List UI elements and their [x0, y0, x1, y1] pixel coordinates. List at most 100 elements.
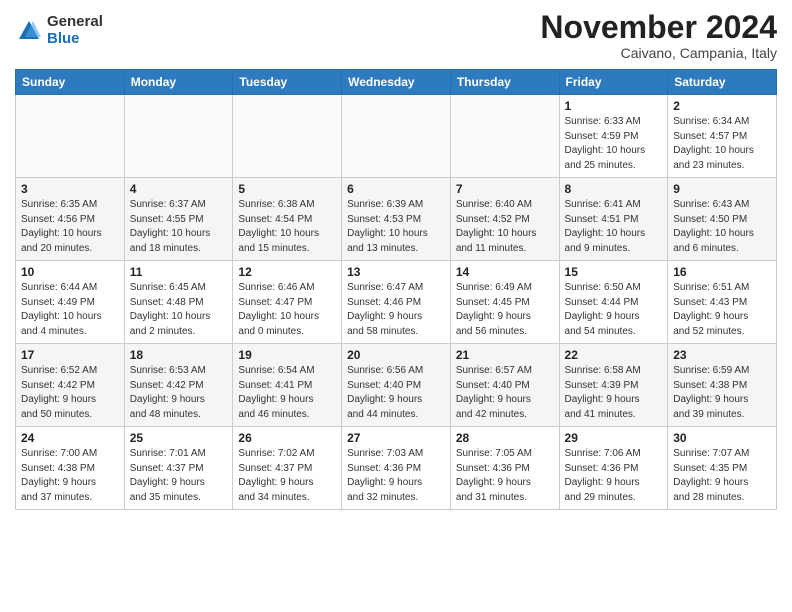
calendar-cell: 28 Sunrise: 7:05 AM Sunset: 4:36 PM Dayli…: [450, 427, 559, 510]
calendar-cell: 21 Sunrise: 6:57 AM Sunset: 4:40 PM Dayli…: [450, 344, 559, 427]
day-info: Sunrise: 7:06 AM Sunset: 4:36 PM Dayligh…: [565, 447, 663, 505]
calendar-cell: 19 Sunrise: 6:54 AM Sunset: 4:41 PM Dayli…: [233, 344, 342, 427]
calendar-cell: 23 Sunrise: 6:59 AM Sunset: 4:38 PM Dayli…: [668, 344, 777, 427]
weekday-header-friday: Friday: [559, 70, 668, 95]
calendar-cell: 14 Sunrise: 6:49 AM Sunset: 4:45 PM Dayli…: [450, 261, 559, 344]
day-number: 26: [238, 431, 336, 445]
day-number: 7: [456, 182, 554, 196]
day-info: Sunrise: 6:50 AM Sunset: 4:44 PM Dayligh…: [565, 281, 663, 339]
location: Caivano, Campania, Italy: [540, 45, 777, 61]
day-number: 17: [21, 348, 119, 362]
calendar-cell: [233, 95, 342, 178]
day-number: 11: [130, 265, 228, 279]
day-info: Sunrise: 6:43 AM Sunset: 4:50 PM Dayligh…: [673, 198, 771, 256]
day-info: Sunrise: 7:05 AM Sunset: 4:36 PM Dayligh…: [456, 447, 554, 505]
day-info: Sunrise: 6:56 AM Sunset: 4:40 PM Dayligh…: [347, 364, 445, 422]
day-info: Sunrise: 6:45 AM Sunset: 4:48 PM Dayligh…: [130, 281, 228, 339]
day-info: Sunrise: 6:39 AM Sunset: 4:53 PM Dayligh…: [347, 198, 445, 256]
calendar-cell: 27Sunrise: 7:03 AM Sunset: 4:36 PM Dayli…: [342, 427, 451, 510]
day-info: Sunrise: 6:57 AM Sunset: 4:40 PM Dayligh…: [456, 364, 554, 422]
day-number: 6: [347, 182, 445, 196]
weekday-header-saturday: Saturday: [668, 70, 777, 95]
day-info: Sunrise: 7:00 AM Sunset: 4:38 PM Dayligh…: [21, 447, 119, 505]
day-number: 27: [347, 431, 445, 445]
day-info: Sunrise: 6:51 AM Sunset: 4:43 PM Dayligh…: [673, 281, 771, 339]
weekday-header-thursday: Thursday: [450, 70, 559, 95]
day-number: 30: [673, 431, 771, 445]
weekday-header-monday: Monday: [124, 70, 233, 95]
calendar-cell: 26 Sunrise: 7:02 AM Sunset: 4:37 PM Dayli…: [233, 427, 342, 510]
day-number: 15: [565, 265, 663, 279]
calendar-cell: 17 Sunrise: 6:52 AM Sunset: 4:42 PM Dayli…: [16, 344, 125, 427]
day-number: 21: [456, 348, 554, 362]
week-row-5: 24 Sunrise: 7:00 AM Sunset: 4:38 PM Dayli…: [16, 427, 777, 510]
calendar: SundayMondayTuesdayWednesdayThursdayFrid…: [15, 69, 777, 510]
logo-general: General: [47, 14, 103, 31]
month-title: November 2024: [540, 10, 777, 45]
week-row-3: 10Sunrise: 6:44 AM Sunset: 4:49 PM Dayli…: [16, 261, 777, 344]
day-number: 28: [456, 431, 554, 445]
calendar-cell: 13Sunrise: 6:47 AM Sunset: 4:46 PM Dayli…: [342, 261, 451, 344]
calendar-cell: 18Sunrise: 6:53 AM Sunset: 4:42 PM Dayli…: [124, 344, 233, 427]
calendar-cell: 4 Sunrise: 6:37 AM Sunset: 4:55 PM Daylig…: [124, 178, 233, 261]
calendar-cell: 25Sunrise: 7:01 AM Sunset: 4:37 PM Dayli…: [124, 427, 233, 510]
calendar-cell: 8 Sunrise: 6:41 AM Sunset: 4:51 PM Daylig…: [559, 178, 668, 261]
day-info: Sunrise: 6:44 AM Sunset: 4:49 PM Dayligh…: [21, 281, 119, 339]
calendar-cell: 1 Sunrise: 6:33 AM Sunset: 4:59 PM Daylig…: [559, 95, 668, 178]
day-number: 5: [238, 182, 336, 196]
day-number: 4: [130, 182, 228, 196]
day-number: 20: [347, 348, 445, 362]
day-number: 14: [456, 265, 554, 279]
calendar-cell: 6 Sunrise: 6:39 AM Sunset: 4:53 PM Daylig…: [342, 178, 451, 261]
week-row-4: 17 Sunrise: 6:52 AM Sunset: 4:42 PM Dayli…: [16, 344, 777, 427]
day-number: 9: [673, 182, 771, 196]
calendar-cell: 9 Sunrise: 6:43 AM Sunset: 4:50 PM Daylig…: [668, 178, 777, 261]
calendar-cell: 5 Sunrise: 6:38 AM Sunset: 4:54 PM Daylig…: [233, 178, 342, 261]
day-number: 18: [130, 348, 228, 362]
day-number: 1: [565, 99, 663, 113]
calendar-cell: 11 Sunrise: 6:45 AM Sunset: 4:48 PM Dayli…: [124, 261, 233, 344]
calendar-cell: 30 Sunrise: 7:07 AM Sunset: 4:35 PM Dayli…: [668, 427, 777, 510]
calendar-cell: 15 Sunrise: 6:50 AM Sunset: 4:44 PM Dayli…: [559, 261, 668, 344]
calendar-cell: 29 Sunrise: 7:06 AM Sunset: 4:36 PM Dayli…: [559, 427, 668, 510]
day-info: Sunrise: 6:54 AM Sunset: 4:41 PM Dayligh…: [238, 364, 336, 422]
day-number: 24: [21, 431, 119, 445]
calendar-cell: [450, 95, 559, 178]
day-info: Sunrise: 7:07 AM Sunset: 4:35 PM Dayligh…: [673, 447, 771, 505]
header: General Blue November 2024 Caivano, Camp…: [15, 10, 777, 61]
calendar-cell: 2Sunrise: 6:34 AM Sunset: 4:57 PM Daylig…: [668, 95, 777, 178]
logo-icon: [15, 17, 43, 45]
day-info: Sunrise: 6:52 AM Sunset: 4:42 PM Dayligh…: [21, 364, 119, 422]
calendar-cell: 20 Sunrise: 6:56 AM Sunset: 4:40 PM Dayli…: [342, 344, 451, 427]
calendar-cell: 7 Sunrise: 6:40 AM Sunset: 4:52 PM Daylig…: [450, 178, 559, 261]
day-number: 3: [21, 182, 119, 196]
day-info: Sunrise: 6:38 AM Sunset: 4:54 PM Dayligh…: [238, 198, 336, 256]
day-info: Sunrise: 6:46 AM Sunset: 4:47 PM Dayligh…: [238, 281, 336, 339]
page: General Blue November 2024 Caivano, Camp…: [0, 0, 792, 612]
day-info: Sunrise: 7:01 AM Sunset: 4:37 PM Dayligh…: [130, 447, 228, 505]
day-info: Sunrise: 6:33 AM Sunset: 4:59 PM Dayligh…: [565, 115, 663, 173]
calendar-cell: 24 Sunrise: 7:00 AM Sunset: 4:38 PM Dayli…: [16, 427, 125, 510]
weekday-header-tuesday: Tuesday: [233, 70, 342, 95]
calendar-cell: 3 Sunrise: 6:35 AM Sunset: 4:56 PM Daylig…: [16, 178, 125, 261]
day-info: Sunrise: 6:35 AM Sunset: 4:56 PM Dayligh…: [21, 198, 119, 256]
day-info: Sunrise: 6:41 AM Sunset: 4:51 PM Dayligh…: [565, 198, 663, 256]
week-row-2: 3 Sunrise: 6:35 AM Sunset: 4:56 PM Daylig…: [16, 178, 777, 261]
day-info: Sunrise: 6:37 AM Sunset: 4:55 PM Dayligh…: [130, 198, 228, 256]
day-info: Sunrise: 6:59 AM Sunset: 4:38 PM Dayligh…: [673, 364, 771, 422]
weekday-header-sunday: Sunday: [16, 70, 125, 95]
logo: General Blue: [15, 14, 103, 47]
calendar-cell: 10Sunrise: 6:44 AM Sunset: 4:49 PM Dayli…: [16, 261, 125, 344]
day-number: 12: [238, 265, 336, 279]
logo-text: General Blue: [47, 14, 103, 47]
calendar-cell: 22Sunrise: 6:58 AM Sunset: 4:39 PM Dayli…: [559, 344, 668, 427]
title-block: November 2024 Caivano, Campania, Italy: [540, 10, 777, 61]
day-info: Sunrise: 6:47 AM Sunset: 4:46 PM Dayligh…: [347, 281, 445, 339]
day-info: Sunrise: 7:02 AM Sunset: 4:37 PM Dayligh…: [238, 447, 336, 505]
day-number: 29: [565, 431, 663, 445]
day-number: 23: [673, 348, 771, 362]
day-number: 8: [565, 182, 663, 196]
day-info: Sunrise: 6:40 AM Sunset: 4:52 PM Dayligh…: [456, 198, 554, 256]
day-info: Sunrise: 6:49 AM Sunset: 4:45 PM Dayligh…: [456, 281, 554, 339]
day-number: 19: [238, 348, 336, 362]
